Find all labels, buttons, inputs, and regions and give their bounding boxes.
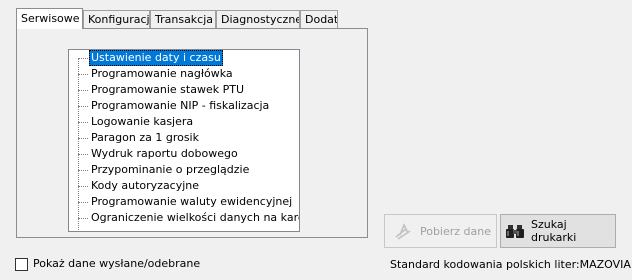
show-data-checkbox[interactable] [15,258,28,271]
tree-branch-line [78,90,88,91]
tree-item-label: Wydruk raportu dobowego [91,147,238,160]
tree-item-label: Logowanie kasjera [91,115,194,128]
tree-connector-line [78,58,79,231]
tree-branch-line [78,170,88,171]
szukaj-drukarki-button[interactable]: Szukaj drukarki [500,214,616,248]
tree-branch-line [78,138,88,139]
tree-item-label: Ograniczenie wielkości danych na karcie [91,211,300,224]
show-data-checkbox-label[interactable]: Pokaż dane wysłane/odebrane [33,257,200,270]
tab-diagnostyczne[interactable]: Diagnostyczne [216,10,300,28]
tree-item-label: Ustawienie daty i czasu [89,50,223,66]
tab-transakcja[interactable]: Transakcja [150,10,216,28]
tree-item-label: Paragon za 1 grosik [91,131,199,144]
tree-branch-line [78,202,88,203]
tree-item-label: Przypominanie o przeglądzie [91,163,250,176]
tree-item-label: Programowanie nagłówka [91,67,233,80]
tree-branch-line [78,154,88,155]
tree-branch-line [78,218,88,219]
encoding-status-text: Standard kodowania polskich liter:MAZOVI… [390,258,631,271]
tab-serwisowe[interactable]: Serwisowe [16,8,83,29]
tree-item-label: Programowanie stawek PTU [91,83,244,96]
tree-branch-line [78,106,88,107]
tab-dodatkowe[interactable]: Dodat [300,10,338,28]
function-tree[interactable]: Ustawienie daty i czasu Programowanie na… [68,49,300,232]
binoculars-icon [501,221,529,241]
tree-item-label: Programowanie waluty ewidencyjnej [91,195,293,208]
tree-item-label: Programowanie NIP - fiskalizacja [91,99,270,112]
tree-branch-line [78,74,88,75]
tree-item-label: Kody autoryzacyjne [91,179,200,192]
pobierz-dane-button[interactable]: Pobierz dane [384,214,497,248]
szukaj-drukarki-label: Szukaj drukarki [531,218,577,244]
tree-branch-line [78,58,88,59]
tree-branch-line [78,122,88,123]
tab-konfiguracja[interactable]: Konfiguracja [83,10,150,28]
tree-branch-line [78,186,88,187]
download-icon [390,221,418,241]
pobierz-dane-label: Pobierz dane [419,224,492,238]
